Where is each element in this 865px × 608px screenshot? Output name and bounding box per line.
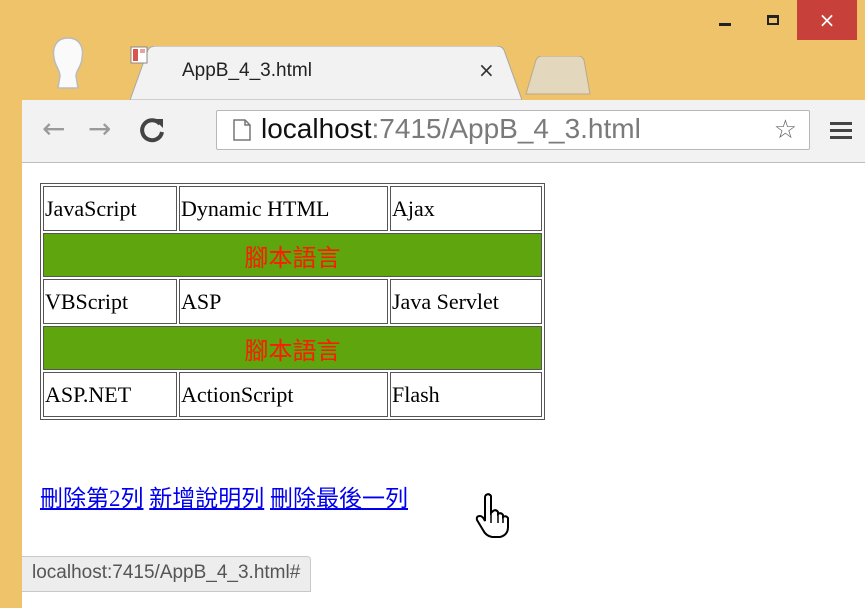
script-table: JavaScript Dynamic HTML Ajax 腳本語言 VBScri… — [40, 183, 545, 420]
table-row: VBScript ASP Java Servlet — [43, 279, 542, 324]
close-window-button[interactable]: × — [797, 0, 857, 40]
maximize-icon — [767, 15, 779, 25]
page-body: JavaScript Dynamic HTML Ajax 腳本語言 VBScri… — [40, 183, 545, 420]
page-content: JavaScript Dynamic HTML Ajax 腳本語言 VBScri… — [22, 163, 865, 608]
table-cell: Java Servlet — [390, 279, 542, 324]
table-row: 腳本語言 — [43, 233, 542, 277]
page-icon — [233, 119, 251, 141]
address-bar[interactable]: localhost:7415/AppB_4_3.html ☆ — [216, 110, 810, 150]
browser-toolbar: ← → localhost:7415/AppB_4_3.html ☆ — [22, 100, 865, 163]
table-cell: Ajax — [390, 186, 542, 231]
url-text: localhost:7415/AppB_4_3.html — [261, 113, 641, 145]
table-cell: Dynamic HTML — [179, 186, 388, 231]
forward-arrow-icon[interactable]: → — [88, 114, 111, 144]
table-row: ASP.NET ActionScript Flash — [43, 372, 542, 417]
window-controls: × — [701, 0, 857, 40]
window-left-border — [0, 100, 22, 608]
tab-title: AppB_4_3.html — [182, 60, 312, 81]
script-language-banner: 腳本語言 — [43, 326, 542, 370]
back-arrow-icon[interactable]: ← — [42, 114, 65, 144]
table-cell: ActionScript — [179, 372, 388, 417]
add-caption-row-link[interactable]: 新增說明列 — [149, 486, 264, 511]
tab-close-icon[interactable]: × — [478, 58, 495, 82]
status-bar-url: localhost:7415/AppB_4_3.html# — [22, 556, 312, 592]
table-cell: ASP.NET — [43, 372, 177, 417]
browser-tab[interactable]: AppB_4_3.html × — [130, 46, 522, 100]
minimize-icon — [719, 22, 731, 26]
script-language-banner: 腳本語言 — [43, 233, 542, 277]
url-path: :7415/AppB_4_3.html — [371, 113, 641, 144]
table-row: 腳本語言 — [43, 326, 542, 370]
url-host: localhost — [261, 113, 372, 144]
table-cell: JavaScript — [43, 186, 177, 231]
delete-last-row-link[interactable]: 刪除最後一列 — [270, 486, 408, 511]
document-favicon-icon — [130, 46, 148, 64]
profile-avatar-icon[interactable] — [48, 36, 88, 90]
action-links: 刪除第2列 新增說明列 刪除最後一列 — [40, 479, 408, 513]
delete-row-2-link[interactable]: 刪除第2列 — [40, 486, 144, 511]
hamburger-menu-icon[interactable] — [830, 122, 852, 140]
table-cell: ASP — [179, 279, 388, 324]
bookmark-star-icon[interactable]: ☆ — [774, 115, 797, 145]
table-cell: VBScript — [43, 279, 177, 324]
new-tab-button[interactable] — [522, 56, 592, 96]
minimize-button[interactable] — [701, 0, 749, 40]
hand-pointer-cursor-icon — [475, 493, 509, 538]
table-cell: Flash — [390, 372, 542, 417]
reload-icon[interactable] — [138, 116, 166, 144]
table-row: JavaScript Dynamic HTML Ajax — [43, 186, 542, 231]
maximize-button[interactable] — [749, 0, 797, 40]
